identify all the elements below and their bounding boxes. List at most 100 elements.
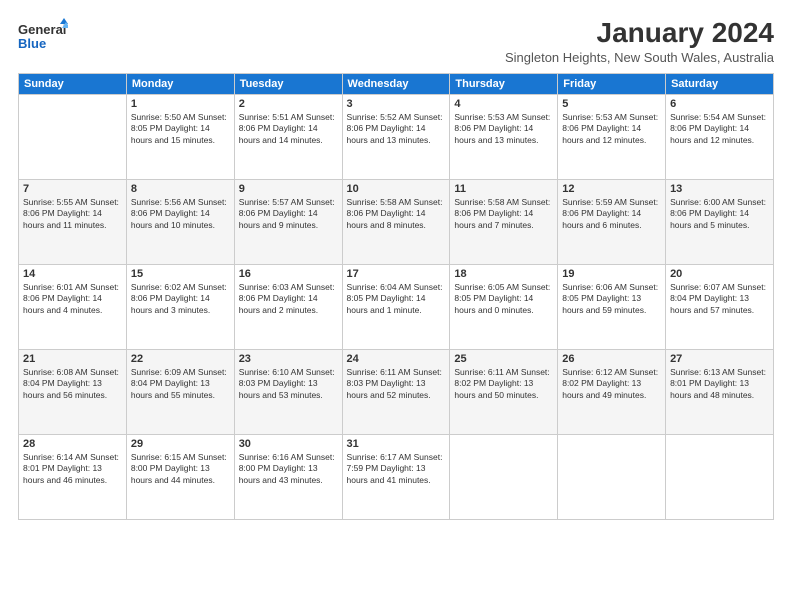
calendar-cell: 10 Sunrise: 5:58 AM Sunset: 8:06 PM Dayli… <box>342 179 450 264</box>
calendar-cell: 5Sunrise: 5:53 AM Sunset: 8:06 PM Daylig… <box>558 94 666 179</box>
day-number: 15 <box>131 268 230 280</box>
calendar-cell <box>450 434 558 519</box>
day-info: Sunrise: 5:52 AM Sunset: 8:06 PM Dayligh… <box>347 112 446 148</box>
calendar-cell: 14Sunrise: 6:01 AM Sunset: 8:06 PM Dayli… <box>19 264 127 349</box>
day-info: Sunrise: 5:57 AM Sunset: 8:06 PM Dayligh… <box>239 197 338 233</box>
calendar-week-1: 7Sunrise: 5:55 AM Sunset: 8:06 PM Daylig… <box>19 179 774 264</box>
calendar-cell: 29 Sunrise: 6:15 AM Sunset: 8:00 PM Dayli… <box>126 434 234 519</box>
col-sunday: Sunday <box>19 73 127 94</box>
calendar-cell: 17 Sunrise: 6:04 AM Sunset: 8:05 PM Dayli… <box>342 264 450 349</box>
day-info: Sunrise: 6:00 AM Sunset: 8:06 PM Dayligh… <box>670 197 769 233</box>
location-subtitle: Singleton Heights, New South Wales, Aust… <box>505 50 774 65</box>
day-number: 10 <box>347 183 446 195</box>
calendar-week-4: 28Sunrise: 6:14 AM Sunset: 8:01 PM Dayli… <box>19 434 774 519</box>
day-info: Sunrise: 5:53 AM Sunset: 8:06 PM Dayligh… <box>562 112 661 148</box>
day-number: 3 <box>347 98 446 110</box>
day-info: Sunrise: 5:58 AM Sunset: 8:06 PM Dayligh… <box>454 197 553 233</box>
logo-icon: General Blue <box>18 16 68 56</box>
calendar-cell: 23 Sunrise: 6:10 AM Sunset: 8:03 PM Dayli… <box>234 349 342 434</box>
day-info: Sunrise: 6:07 AM Sunset: 8:04 PM Dayligh… <box>670 282 769 318</box>
calendar-cell: 3 Sunrise: 5:52 AM Sunset: 8:06 PM Daylig… <box>342 94 450 179</box>
day-info: Sunrise: 5:53 AM Sunset: 8:06 PM Dayligh… <box>454 112 553 148</box>
calendar-cell: 9 Sunrise: 5:57 AM Sunset: 8:06 PM Daylig… <box>234 179 342 264</box>
calendar-cell: 6 Sunrise: 5:54 AM Sunset: 8:06 PM Daylig… <box>666 94 774 179</box>
calendar-table: Sunday Monday Tuesday Wednesday Thursday… <box>18 73 774 520</box>
day-number: 2 <box>239 98 338 110</box>
calendar-week-3: 21 Sunrise: 6:08 AM Sunset: 8:04 PM Dayli… <box>19 349 774 434</box>
day-number: 31 <box>347 438 446 450</box>
day-info: Sunrise: 6:12 AM Sunset: 8:02 PM Dayligh… <box>562 367 661 403</box>
calendar-cell: 13 Sunrise: 6:00 AM Sunset: 8:06 PM Dayli… <box>666 179 774 264</box>
calendar-cell: 15 Sunrise: 6:02 AM Sunset: 8:06 PM Dayli… <box>126 264 234 349</box>
header: General Blue January 2024 Singleton Heig… <box>18 16 774 65</box>
calendar-cell: 12 Sunrise: 5:59 AM Sunset: 8:06 PM Dayli… <box>558 179 666 264</box>
day-number: 17 <box>347 268 446 280</box>
day-number: 27 <box>670 353 769 365</box>
day-number: 22 <box>131 353 230 365</box>
calendar-cell: 27 Sunrise: 6:13 AM Sunset: 8:01 PM Dayli… <box>666 349 774 434</box>
day-info: Sunrise: 5:54 AM Sunset: 8:06 PM Dayligh… <box>670 112 769 148</box>
day-info: Sunrise: 6:02 AM Sunset: 8:06 PM Dayligh… <box>131 282 230 318</box>
day-info: Sunrise: 6:15 AM Sunset: 8:00 PM Dayligh… <box>131 452 230 488</box>
day-number: 29 <box>131 438 230 450</box>
day-info: Sunrise: 6:03 AM Sunset: 8:06 PM Dayligh… <box>239 282 338 318</box>
title-block: January 2024 Singleton Heights, New Sout… <box>505 16 774 65</box>
day-info: Sunrise: 6:16 AM Sunset: 8:00 PM Dayligh… <box>239 452 338 488</box>
col-friday: Friday <box>558 73 666 94</box>
calendar-cell <box>666 434 774 519</box>
calendar-cell: 11Sunrise: 5:58 AM Sunset: 8:06 PM Dayli… <box>450 179 558 264</box>
day-number: 23 <box>239 353 338 365</box>
calendar-cell: 1 Sunrise: 5:50 AM Sunset: 8:05 PM Daylig… <box>126 94 234 179</box>
calendar-cell: 30Sunrise: 6:16 AM Sunset: 8:00 PM Dayli… <box>234 434 342 519</box>
day-info: Sunrise: 6:04 AM Sunset: 8:05 PM Dayligh… <box>347 282 446 318</box>
day-info: Sunrise: 5:55 AM Sunset: 8:06 PM Dayligh… <box>23 197 122 233</box>
day-info: Sunrise: 5:59 AM Sunset: 8:06 PM Dayligh… <box>562 197 661 233</box>
calendar-cell: 16Sunrise: 6:03 AM Sunset: 8:06 PM Dayli… <box>234 264 342 349</box>
calendar-cell: 20 Sunrise: 6:07 AM Sunset: 8:04 PM Dayli… <box>666 264 774 349</box>
page: General Blue January 2024 Singleton Heig… <box>0 0 792 612</box>
logo: General Blue <box>18 16 68 56</box>
calendar-cell: 8Sunrise: 5:56 AM Sunset: 8:06 PM Daylig… <box>126 179 234 264</box>
day-info: Sunrise: 6:08 AM Sunset: 8:04 PM Dayligh… <box>23 367 122 403</box>
day-number: 1 <box>131 98 230 110</box>
calendar-cell <box>558 434 666 519</box>
calendar-week-2: 14Sunrise: 6:01 AM Sunset: 8:06 PM Dayli… <box>19 264 774 349</box>
day-number: 14 <box>23 268 122 280</box>
calendar-cell: 21 Sunrise: 6:08 AM Sunset: 8:04 PM Dayli… <box>19 349 127 434</box>
svg-text:Blue: Blue <box>18 36 46 51</box>
calendar-cell: 2 Sunrise: 5:51 AM Sunset: 8:06 PM Daylig… <box>234 94 342 179</box>
day-info: Sunrise: 5:51 AM Sunset: 8:06 PM Dayligh… <box>239 112 338 148</box>
day-number: 25 <box>454 353 553 365</box>
calendar-cell: 19 Sunrise: 6:06 AM Sunset: 8:05 PM Dayli… <box>558 264 666 349</box>
day-info: Sunrise: 6:06 AM Sunset: 8:05 PM Dayligh… <box>562 282 661 318</box>
col-wednesday: Wednesday <box>342 73 450 94</box>
day-number: 9 <box>239 183 338 195</box>
day-info: Sunrise: 5:50 AM Sunset: 8:05 PM Dayligh… <box>131 112 230 148</box>
day-info: Sunrise: 5:58 AM Sunset: 8:06 PM Dayligh… <box>347 197 446 233</box>
day-info: Sunrise: 6:10 AM Sunset: 8:03 PM Dayligh… <box>239 367 338 403</box>
day-number: 28 <box>23 438 122 450</box>
header-row: Sunday Monday Tuesday Wednesday Thursday… <box>19 73 774 94</box>
col-thursday: Thursday <box>450 73 558 94</box>
day-info: Sunrise: 6:13 AM Sunset: 8:01 PM Dayligh… <box>670 367 769 403</box>
day-number: 21 <box>23 353 122 365</box>
day-number: 20 <box>670 268 769 280</box>
day-info: Sunrise: 5:56 AM Sunset: 8:06 PM Dayligh… <box>131 197 230 233</box>
calendar-cell: 26 Sunrise: 6:12 AM Sunset: 8:02 PM Dayli… <box>558 349 666 434</box>
day-number: 12 <box>562 183 661 195</box>
day-number: 19 <box>562 268 661 280</box>
calendar-cell: 28Sunrise: 6:14 AM Sunset: 8:01 PM Dayli… <box>19 434 127 519</box>
month-title: January 2024 <box>505 16 774 50</box>
calendar-cell: 31 Sunrise: 6:17 AM Sunset: 7:59 PM Dayli… <box>342 434 450 519</box>
day-number: 13 <box>670 183 769 195</box>
day-number: 4 <box>454 98 553 110</box>
col-monday: Monday <box>126 73 234 94</box>
day-info: Sunrise: 6:17 AM Sunset: 7:59 PM Dayligh… <box>347 452 446 488</box>
day-number: 24 <box>347 353 446 365</box>
calendar-cell: 7Sunrise: 5:55 AM Sunset: 8:06 PM Daylig… <box>19 179 127 264</box>
col-saturday: Saturday <box>666 73 774 94</box>
col-tuesday: Tuesday <box>234 73 342 94</box>
day-number: 26 <box>562 353 661 365</box>
calendar-week-0: 1 Sunrise: 5:50 AM Sunset: 8:05 PM Daylig… <box>19 94 774 179</box>
day-number: 6 <box>670 98 769 110</box>
